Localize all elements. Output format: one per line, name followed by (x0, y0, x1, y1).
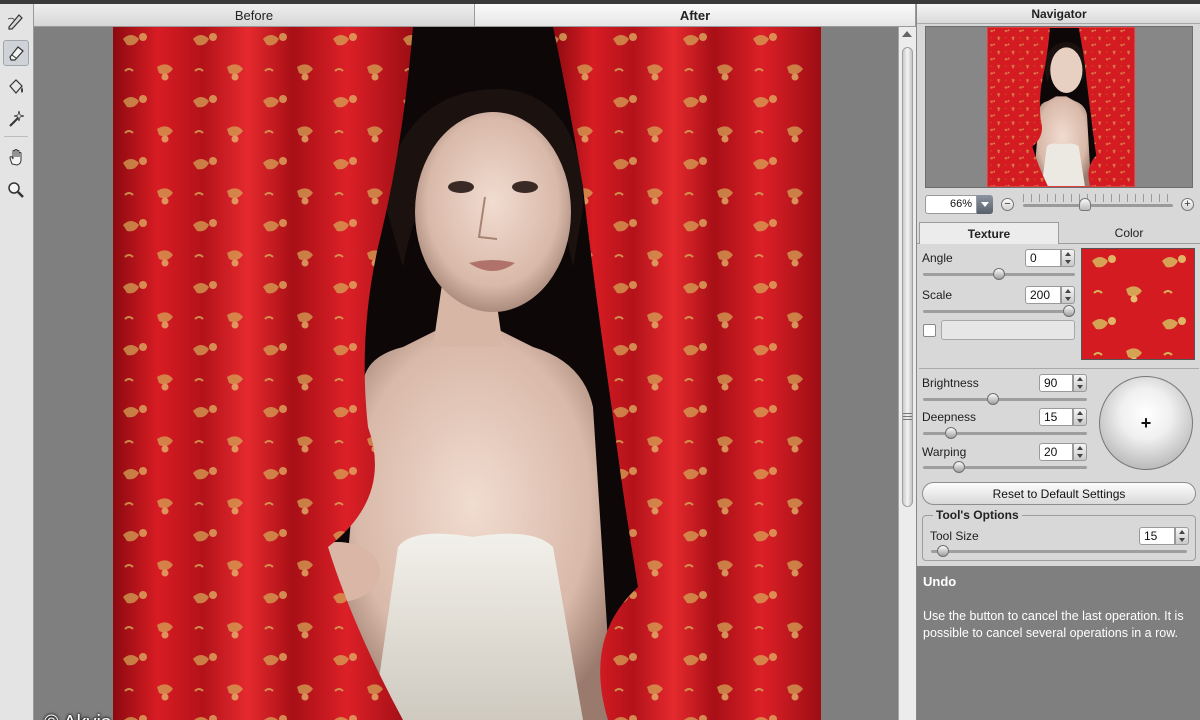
warping-slider-knob[interactable] (953, 461, 965, 473)
tool-size-spinner[interactable] (1175, 527, 1189, 545)
scrollbar-grip-line (903, 413, 912, 414)
hand-icon (9, 149, 22, 166)
texture-brush-tool[interactable] (3, 8, 29, 34)
zoom-dropdown-button[interactable] (977, 195, 993, 214)
tool-size-label: Tool Size (930, 529, 979, 543)
light-direction-sphere[interactable]: + (1099, 376, 1193, 470)
texture-checkbox[interactable] (923, 324, 936, 337)
image-canvas[interactable]: © Akvis (34, 27, 898, 720)
scale-slider-knob[interactable] (1063, 305, 1075, 317)
tab-before[interactable]: Before (34, 4, 475, 26)
texture-preview[interactable] (1081, 248, 1195, 360)
zoom-controls: 66% − + (917, 192, 1200, 218)
scroll-up-arrow-icon[interactable] (902, 31, 912, 37)
deepness-spinner[interactable] (1073, 408, 1087, 426)
fill-tool[interactable] (3, 74, 29, 100)
warping-spinner[interactable] (1073, 443, 1087, 461)
tab-texture[interactable]: Texture (919, 222, 1059, 244)
magic-wand-tool[interactable] (3, 106, 29, 132)
deepness-slider-knob[interactable] (945, 427, 957, 439)
scale-input[interactable]: 200 (1025, 286, 1061, 304)
tab-color[interactable]: Color (1059, 222, 1199, 244)
view-tabs: Before After (34, 4, 916, 27)
scale-slider-track[interactable] (923, 310, 1075, 313)
brightness-slider-knob[interactable] (987, 393, 999, 405)
tool-options-group: Tool's Options Tool Size 15 (922, 508, 1196, 561)
help-title: Undo (923, 574, 957, 589)
scrollbar-grip-line (903, 416, 912, 417)
help-text: Use the button to cancel the last operat… (923, 609, 1184, 640)
eraser-icon (9, 46, 24, 61)
eraser-tool[interactable] (3, 40, 29, 66)
toolbar-separator (4, 136, 28, 137)
zoom-in-button[interactable]: + (1181, 198, 1194, 211)
brightness-spinner[interactable] (1073, 374, 1087, 392)
warping-label: Warping (922, 445, 967, 459)
pencil-stroke-icon (7, 14, 23, 30)
section-divider (919, 368, 1199, 369)
photo-image (113, 27, 821, 720)
zoom-tool[interactable] (3, 177, 29, 203)
magic-wand-icon (9, 110, 25, 127)
zoom-slider-ticks (1023, 194, 1173, 202)
angle-spinner[interactable] (1061, 249, 1075, 267)
angle-slider-knob[interactable] (993, 268, 1005, 280)
tool-options-title: Tool's Options (933, 508, 1022, 522)
hand-tool[interactable] (3, 144, 29, 170)
tool-size-input[interactable]: 15 (1139, 527, 1175, 545)
warping-slider-track[interactable] (923, 466, 1087, 469)
canvas-vertical-scrollbar[interactable] (898, 27, 916, 720)
scale-label: Scale (922, 288, 953, 302)
zoom-value-field[interactable]: 66% (925, 195, 977, 214)
zoom-out-button[interactable]: − (1001, 198, 1014, 211)
app-window: Before After Navigator 66% − + Texture C… (0, 0, 1200, 720)
tab-after[interactable]: After (475, 4, 916, 26)
brightness-slider-track[interactable] (923, 398, 1087, 401)
akvis-watermark: © Akvis (44, 712, 111, 720)
texture-name-field[interactable] (941, 320, 1075, 340)
warping-input[interactable]: 20 (1039, 443, 1073, 461)
settings-panel: Navigator 66% − + Texture Color Angle 0 … (916, 4, 1200, 720)
navigator-thumbnail[interactable] (987, 27, 1135, 187)
scrollbar-grip-line (903, 419, 912, 420)
navigator-view[interactable] (925, 26, 1193, 188)
zoom-slider-track[interactable] (1023, 204, 1173, 207)
deepness-label: Deepness (922, 410, 977, 424)
deepness-input[interactable]: 15 (1039, 408, 1073, 426)
zoom-slider-knob[interactable] (1079, 198, 1091, 211)
reset-defaults-button[interactable]: Reset to Default Settings (922, 482, 1196, 505)
tool-size-slider-track[interactable] (931, 550, 1187, 553)
magnifier-icon (8, 182, 24, 198)
help-panel: Undo Use the button to cancel the last o… (917, 566, 1200, 720)
panel-tabs: Texture Color (917, 222, 1200, 244)
scrollbar-thumb[interactable] (902, 47, 913, 507)
bucket-icon (9, 79, 23, 94)
tool-size-slider-knob[interactable] (937, 545, 949, 557)
brightness-input[interactable]: 90 (1039, 374, 1073, 392)
scale-spinner[interactable] (1061, 286, 1075, 304)
navigator-title: Navigator (917, 4, 1200, 24)
angle-input[interactable]: 0 (1025, 249, 1061, 267)
brightness-label: Brightness (922, 376, 979, 390)
tools-toolbar (0, 4, 34, 720)
angle-label: Angle (922, 251, 953, 265)
